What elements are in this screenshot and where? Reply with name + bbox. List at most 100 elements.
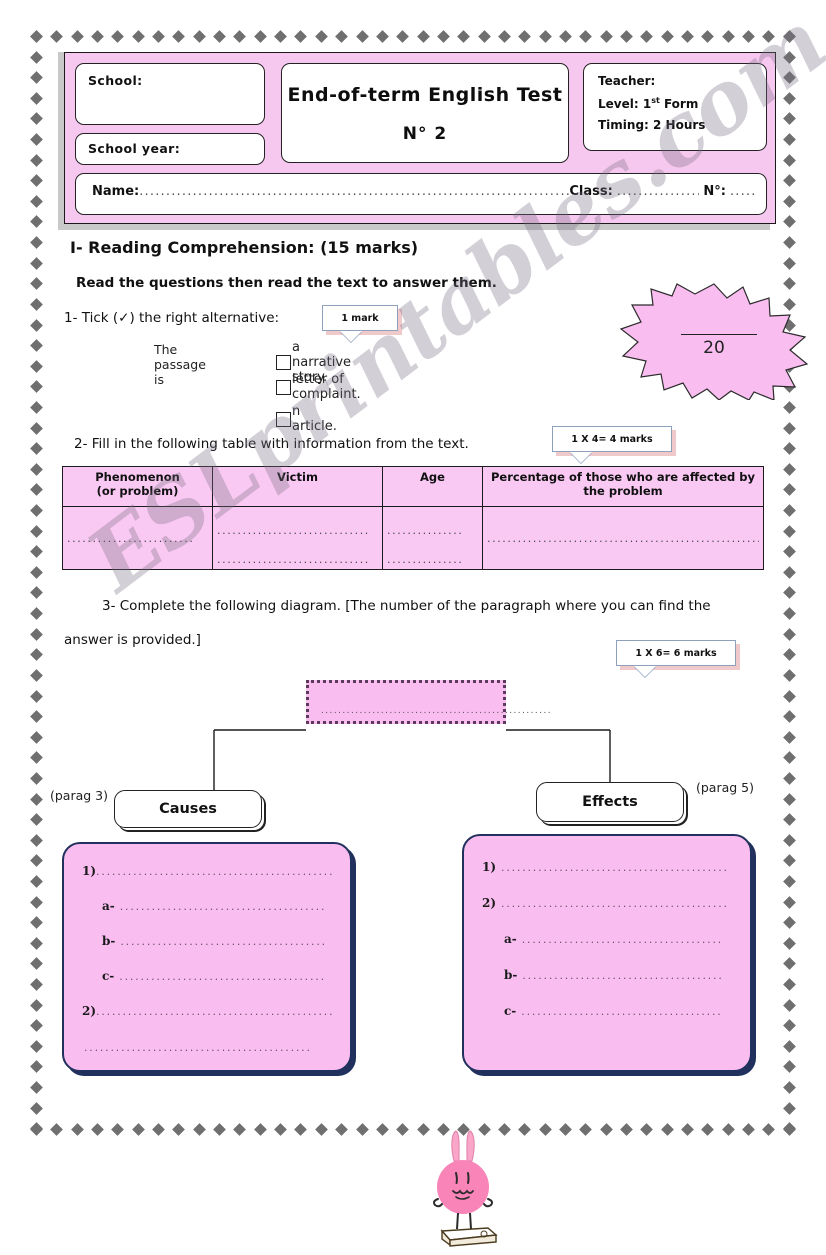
causes-line-a[interactable]: a-......................................…: [102, 899, 326, 913]
border-diamond: [30, 833, 43, 847]
number-fill-dots[interactable]: ......: [730, 184, 756, 199]
effects-line-2-dots: ........................................…: [501, 897, 729, 910]
border-diamond: [30, 339, 43, 353]
border-diamond: [783, 462, 796, 476]
border-diamond: [30, 215, 43, 229]
border-diamond: [30, 916, 43, 930]
border-diamond: [437, 30, 450, 43]
border-diamond: [355, 30, 369, 43]
border-diamond: [599, 1123, 613, 1136]
border-diamond: [314, 1123, 328, 1136]
diagram-topic-box[interactable]: ........................................…: [306, 680, 551, 724]
causes-line-extra[interactable]: ........................................…: [84, 1040, 312, 1054]
effects-line-c-dots: ......................................: [521, 1005, 723, 1018]
level-form-text: Form: [659, 97, 699, 111]
border-diamond: [783, 833, 796, 847]
effects-line-b[interactable]: b-......................................: [504, 968, 724, 982]
border-diamond: [783, 586, 796, 600]
effects-line-1-dots: ........................................…: [501, 861, 729, 874]
mark-badge-q2-label: 1 X 4= 4 marks: [552, 426, 672, 452]
border-diamond: [335, 1123, 349, 1136]
border-diamond: [416, 30, 430, 43]
border-diamond: [233, 1123, 247, 1136]
table-cell-phenomenon[interactable]: .........................: [62, 506, 213, 570]
name-row-inner: Name: ..................................…: [92, 184, 756, 199]
border-diamond: [783, 607, 796, 620]
effects-line-a[interactable]: a-......................................: [504, 932, 723, 946]
border-top-row: [30, 30, 796, 43]
effects-line-a-dots: ......................................: [521, 933, 724, 946]
border-diamond: [783, 1039, 796, 1053]
border-diamond: [783, 772, 796, 785]
causes-line-1[interactable]: 1)......................................…: [82, 864, 334, 878]
checkbox-icon-option-1[interactable]: [276, 355, 291, 370]
border-bottom-row: [30, 1123, 796, 1136]
effects-line-1[interactable]: 1)......................................…: [482, 860, 729, 874]
border-diamond: [783, 648, 796, 662]
level-label: Level: 1st Form: [598, 96, 698, 111]
border-diamond: [30, 442, 43, 456]
mark-badge-q2: 1 X 4= 4 marks: [552, 426, 672, 463]
effects-answer-box[interactable]: 1)......................................…: [462, 834, 752, 1072]
border-diamond: [30, 710, 43, 723]
causes-line-b[interactable]: b-......................................…: [102, 934, 327, 948]
border-diamond: [30, 91, 43, 105]
border-diamond: [213, 1123, 226, 1136]
border-diamond: [701, 1123, 715, 1136]
border-diamond: [783, 895, 796, 909]
table-cell-age[interactable]: ............... ...............: [382, 506, 483, 570]
causes-line-a-dots: .......................................: [119, 900, 327, 913]
causes-answer-box[interactable]: 1)......................................…: [62, 842, 352, 1072]
border-diamond: [30, 895, 43, 909]
option-row-2[interactable]: letter of complaint.: [276, 372, 361, 402]
border-diamond: [30, 30, 43, 43]
effects-line-c[interactable]: c-......................................: [504, 1004, 723, 1018]
border-diamond: [375, 30, 389, 43]
table-header-age: Age: [382, 466, 483, 507]
table-cell-percentage[interactable]: ........................................…: [482, 506, 764, 570]
checkbox-icon-option-3[interactable]: [276, 411, 291, 427]
border-diamond: [783, 916, 796, 930]
causes-paragraph-ref: (parag 3): [50, 788, 109, 803]
border-diamond: [762, 1123, 776, 1136]
border-diamond: [30, 504, 43, 517]
border-diamond: [70, 1123, 84, 1136]
border-diamond: [30, 936, 43, 950]
border-diamond: [30, 875, 43, 888]
border-diamond: [30, 277, 43, 291]
school-year-field-box[interactable]: School year:: [75, 133, 265, 165]
border-diamond: [30, 813, 43, 827]
question-2-prompt: 2- Fill in the following table with info…: [74, 436, 469, 452]
border-diamond: [30, 689, 43, 703]
school-field-box[interactable]: School:: [75, 63, 265, 125]
class-fill-dots[interactable]: ...................: [617, 184, 700, 199]
effects-line-b-dots: ......................................: [522, 969, 724, 982]
causes-line-1-marker: 1): [82, 864, 97, 878]
border-diamond: [599, 30, 613, 43]
border-diamond: [30, 380, 43, 394]
border-diamond: [640, 1123, 654, 1136]
border-diamond: [30, 772, 43, 785]
border-diamond: [30, 1039, 43, 1053]
table-header-phenomenon-line1: Phenomenon: [95, 470, 180, 484]
border-diamond: [396, 1123, 410, 1136]
table-cell-victim[interactable]: .............................. .........…: [212, 506, 383, 570]
effects-line-2[interactable]: 2)......................................…: [482, 896, 729, 910]
name-fill-dots[interactable]: ........................................…: [139, 184, 569, 199]
border-diamond: [783, 524, 796, 538]
section-heading: I- Reading Comprehension: (15 marks): [70, 238, 419, 257]
score-total-value: 20: [703, 338, 725, 358]
border-diamond: [30, 401, 43, 414]
name-class-number-row[interactable]: Name: ..................................…: [75, 173, 767, 215]
border-diamond: [762, 30, 776, 43]
causes-effects-diagram: ........................................…: [44, 670, 782, 1247]
border-diamond: [783, 1081, 796, 1094]
border-diamond: [30, 256, 43, 270]
checkbox-icon-option-2[interactable]: [276, 379, 291, 395]
border-diamond: [538, 30, 552, 43]
border-diamond: [783, 710, 796, 723]
causes-line-2[interactable]: 2)......................................…: [82, 1004, 334, 1018]
option-row-3[interactable]: n article.: [276, 404, 337, 434]
causes-line-c[interactable]: c-......................................…: [102, 969, 326, 983]
border-diamond: [783, 504, 796, 517]
